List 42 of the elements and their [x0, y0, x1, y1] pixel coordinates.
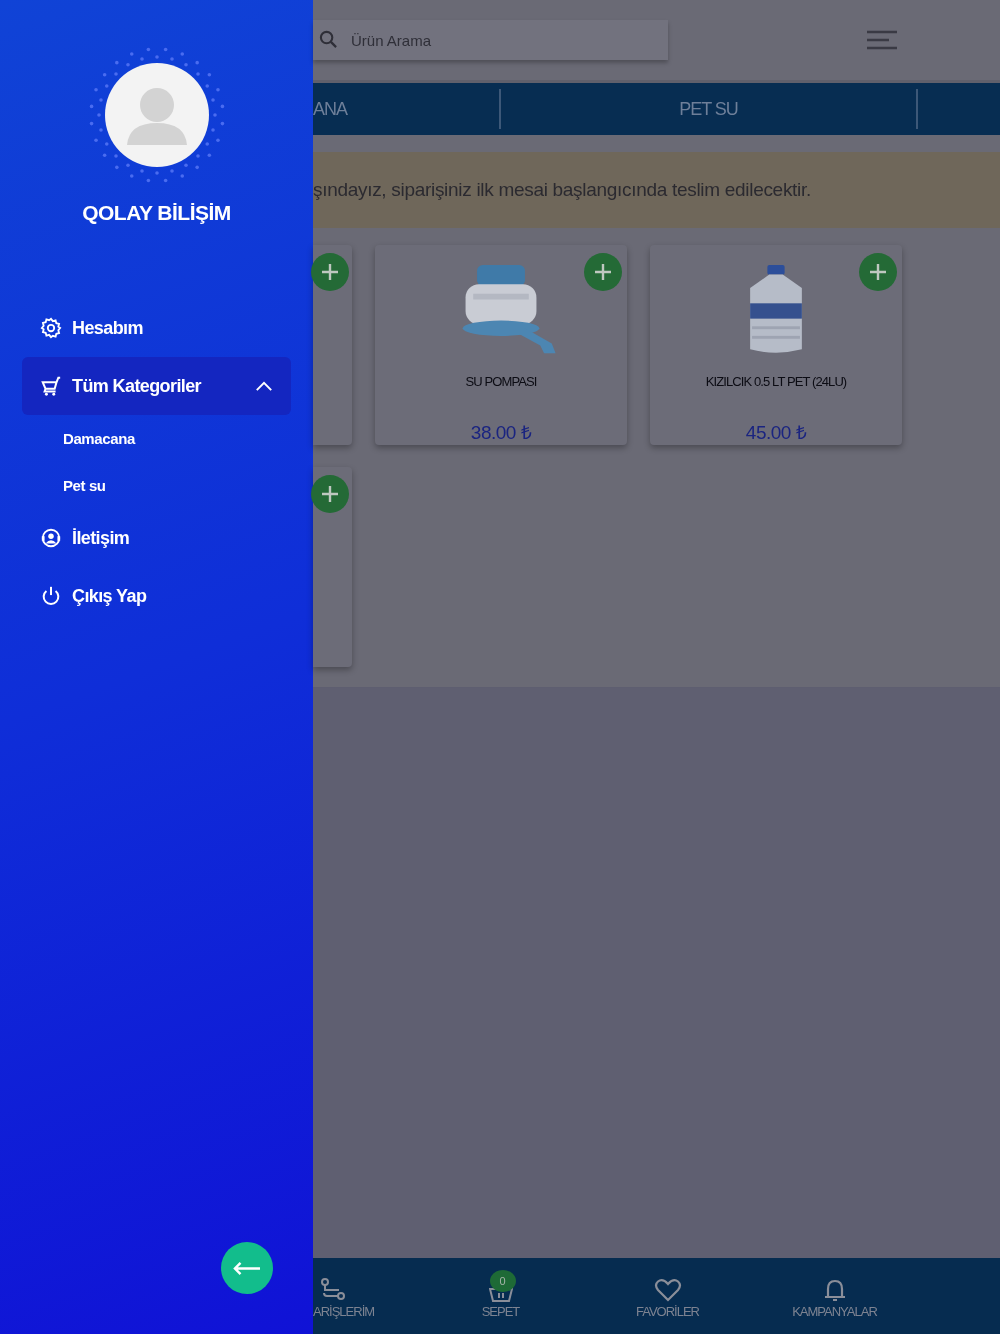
search-icon — [319, 30, 338, 49]
nav-tab[interactable]: FAVORİLER — [584, 1258, 751, 1334]
chevron-up-icon — [255, 380, 273, 392]
avatar-icon — [104, 63, 209, 167]
heart-icon — [653, 1277, 682, 1302]
add-button[interactable] — [311, 475, 349, 513]
nav-tab[interactable]: 0 SEPET — [417, 1258, 584, 1334]
search-field[interactable]: Ürün Arama — [313, 20, 668, 60]
nav-tab[interactable]: ARİŞLERİM — [313, 1258, 417, 1334]
add-button[interactable] — [584, 253, 622, 291]
category-tab[interactable]: PET SU — [501, 89, 918, 129]
product-name: KIZILCIK 0.5 LT PET (24LU) — [705, 374, 847, 389]
plus-icon — [320, 262, 340, 282]
product-card[interactable]: SU POMPASI 38.00 ₺ — [375, 245, 627, 445]
menu-item[interactable]: Hesabım — [22, 299, 291, 357]
nav-tab[interactable]: KAMPANYALAR — [751, 1258, 918, 1334]
settings-icon — [40, 317, 62, 339]
route-icon — [319, 1277, 347, 1302]
menu-item[interactable]: Tüm Kategoriler — [22, 357, 291, 415]
menu-item[interactable]: İletişim — [22, 509, 291, 567]
product-price: 38.00 ₺ — [470, 421, 532, 445]
count-badge: 0 — [489, 1269, 516, 1292]
add-button[interactable] — [859, 253, 897, 291]
menu-icon[interactable] — [867, 30, 897, 50]
product-card[interactable]: KIZILCIK 0.5 LT PET (24LU) 45.00 ₺ — [650, 245, 902, 445]
user-name: QOLAY BİLİŞİM — [82, 201, 231, 225]
add-button[interactable] — [311, 253, 349, 291]
notice-text: şındayız, siparişiniz ilk mesai başlangıcında teslim edilecektir. — [313, 179, 811, 201]
product-name: SU POMPASI — [465, 374, 537, 389]
support-icon — [40, 527, 62, 549]
category-tab[interactable]: ANA — [313, 89, 501, 129]
arrow-left-icon — [233, 1261, 261, 1275]
submenu-item[interactable]: Pet su — [0, 462, 313, 509]
power-icon — [40, 585, 62, 607]
submenu-item[interactable]: Damacana — [0, 415, 313, 462]
plus-icon — [593, 262, 613, 282]
cart-icon — [40, 375, 62, 397]
back-button[interactable] — [221, 1242, 273, 1294]
product-price: 45.00 ₺ — [745, 421, 807, 445]
plus-icon — [868, 262, 888, 282]
plus-icon — [320, 484, 340, 504]
menu-item[interactable]: Çıkış Yap — [22, 567, 291, 625]
